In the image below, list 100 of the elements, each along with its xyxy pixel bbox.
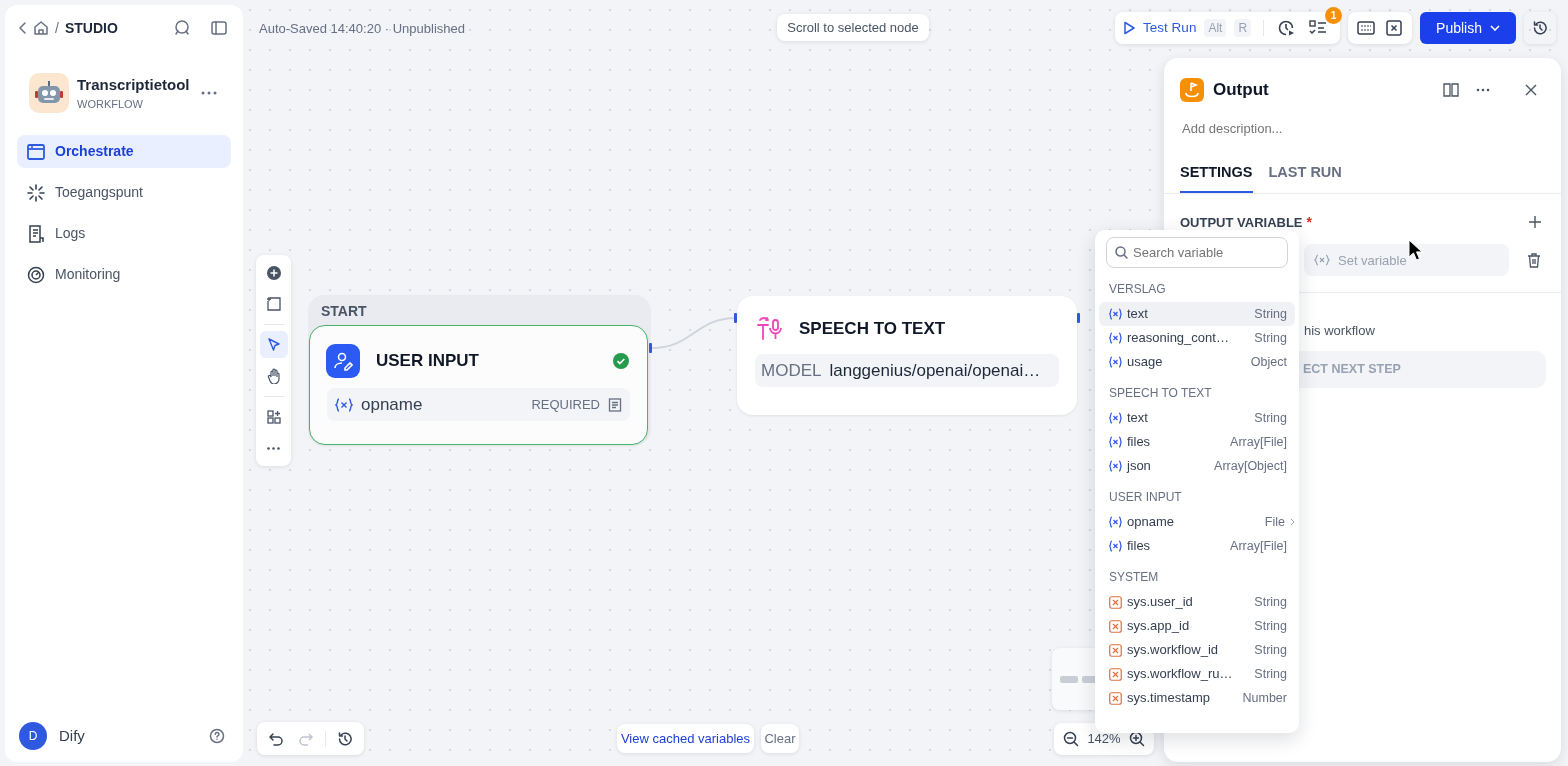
variable-icon (1314, 254, 1330, 267)
model-name: langgenius/openai/openai… (829, 359, 1041, 382)
app-name: Transcriptietool (77, 74, 191, 95)
help-icon[interactable] (209, 728, 225, 744)
variable-option[interactable]: sys.app_id String (1099, 614, 1295, 638)
variable-icon (1109, 308, 1122, 320)
system-variable-icon (1109, 595, 1122, 609)
variable-icon (1109, 332, 1122, 344)
user-name: Dify (59, 725, 86, 746)
zoom-in-icon (1129, 731, 1146, 747)
person-edit-icon (333, 351, 353, 371)
sidebar-toggle-icon[interactable] (211, 21, 227, 35)
more-icon (1476, 88, 1490, 92)
breadcrumb-link[interactable]: STUDIO (64, 17, 118, 39)
redo-icon (298, 730, 315, 747)
pointer-mode-button[interactable] (259, 331, 288, 359)
group-label: START (321, 302, 367, 321)
publish-button[interactable]: Publish (1420, 12, 1516, 44)
history-icon (1532, 20, 1548, 36)
panel-tab[interactable]: SETTINGS (1180, 161, 1253, 194)
panel-title: Output (1213, 79, 1270, 102)
system-variable-icon (1109, 667, 1122, 681)
undo-icon (268, 730, 284, 747)
output-handle[interactable] (649, 343, 652, 353)
system-variable-icon (1109, 643, 1122, 657)
checklist-icon (1309, 20, 1328, 36)
group-title: SYSTEM (1108, 569, 1160, 586)
node-title: SPEECH TO TEXT (799, 318, 946, 341)
clear-button[interactable]: Clear (761, 724, 799, 753)
variable-icon (335, 397, 353, 412)
robot-icon (35, 80, 63, 106)
clock-play-icon (1277, 19, 1296, 37)
variable-option[interactable]: text String (1099, 302, 1295, 326)
sidebar-item[interactable]: Monitoring (17, 258, 231, 291)
variable-name: opname (361, 393, 424, 416)
grid-plus-icon (265, 408, 282, 425)
variable-option[interactable]: files Array[File] (1099, 430, 1295, 454)
variable-option[interactable]: sys.workflow_id String (1099, 638, 1295, 662)
panel-tab[interactable]: LAST RUN (1268, 161, 1342, 194)
notification-badge: 1 (1325, 7, 1343, 24)
sidebar-item[interactable]: Toegangspunt (17, 176, 231, 209)
input-handle[interactable] (734, 313, 737, 323)
node-title: USER INPUT (376, 350, 480, 373)
system-variable-icon (1109, 691, 1122, 705)
hand-icon (265, 368, 282, 385)
note-icon (265, 296, 282, 313)
sidebar-item[interactable]: Orchestrate (17, 135, 231, 168)
burst-icon (27, 183, 45, 202)
home-icon[interactable] (33, 20, 49, 36)
more-icon (267, 446, 280, 450)
group-title: USER INPUT (1108, 489, 1183, 506)
variable-option[interactable]: sys.timestamp Number (1099, 686, 1295, 710)
history-icon (337, 730, 353, 747)
shortcut-key: R (1234, 19, 1252, 37)
scroll-to-node-button[interactable]: Scroll to selected node (777, 14, 929, 41)
variable-icon (1109, 540, 1122, 552)
user-avatar: D (19, 722, 47, 750)
variable-option[interactable]: sys.user_id String (1099, 590, 1295, 614)
model-label: MODEL (761, 359, 822, 382)
close-icon (1525, 84, 1537, 96)
zoom-out-icon (1062, 731, 1079, 747)
output-node-icon (1180, 78, 1204, 102)
variable-option[interactable]: sys.workflow_ru… String (1099, 662, 1295, 686)
variable-option[interactable]: opname File (1099, 510, 1295, 534)
variable-option[interactable]: text String (1099, 406, 1295, 430)
description-field[interactable]: Add description... (1180, 118, 1520, 140)
autosave-status: Auto-Saved 14:40:20 · Unpublished (259, 20, 465, 38)
view-cached-variables-link[interactable]: View cached variables (617, 724, 754, 753)
user-input-node[interactable]: USER INPUT opname REQUIRED (309, 325, 648, 445)
search-field[interactable]: Search variable (1106, 237, 1288, 268)
system-variable-icon (1109, 619, 1122, 633)
window-icon (27, 142, 45, 161)
gauge-icon (27, 265, 45, 284)
translate-mic-icon (757, 316, 783, 342)
section-label: OUTPUT VARIABLE (1180, 213, 1303, 232)
breadcrumb-separator: / (55, 18, 59, 38)
play-icon (1123, 21, 1136, 35)
sidebar-item[interactable]: Logs (17, 217, 231, 250)
shortcut-key: Alt (1204, 19, 1227, 37)
pointer-icon (265, 336, 282, 353)
variable-icon (1109, 412, 1122, 424)
book-icon (1443, 83, 1459, 97)
hint-text: his workflow (1304, 322, 1376, 341)
document-icon (608, 397, 622, 412)
group-title: VERSLAG (1108, 281, 1167, 298)
speech-to-text-node[interactable]: SPEECH TO TEXT MODEL langgenius/openai/openai… (737, 296, 1077, 415)
env-icon (1357, 21, 1376, 35)
back-icon[interactable] (19, 22, 27, 34)
variable-icon (1109, 436, 1122, 448)
mouse-cursor-icon (1408, 239, 1422, 261)
plus-circle-icon (265, 264, 282, 281)
plus-icon (1529, 216, 1541, 229)
variable-option[interactable]: json Array[Object] (1099, 454, 1295, 478)
output-handle[interactable] (1077, 313, 1080, 323)
required-mark: * (1306, 212, 1312, 232)
more-icon[interactable] (201, 91, 217, 95)
variable-option[interactable]: reasoning_cont… String (1099, 326, 1295, 350)
variable-icon (1109, 356, 1122, 368)
variable-option[interactable]: files Array[File] (1099, 534, 1295, 558)
variable-box-icon (1386, 20, 1403, 36)
